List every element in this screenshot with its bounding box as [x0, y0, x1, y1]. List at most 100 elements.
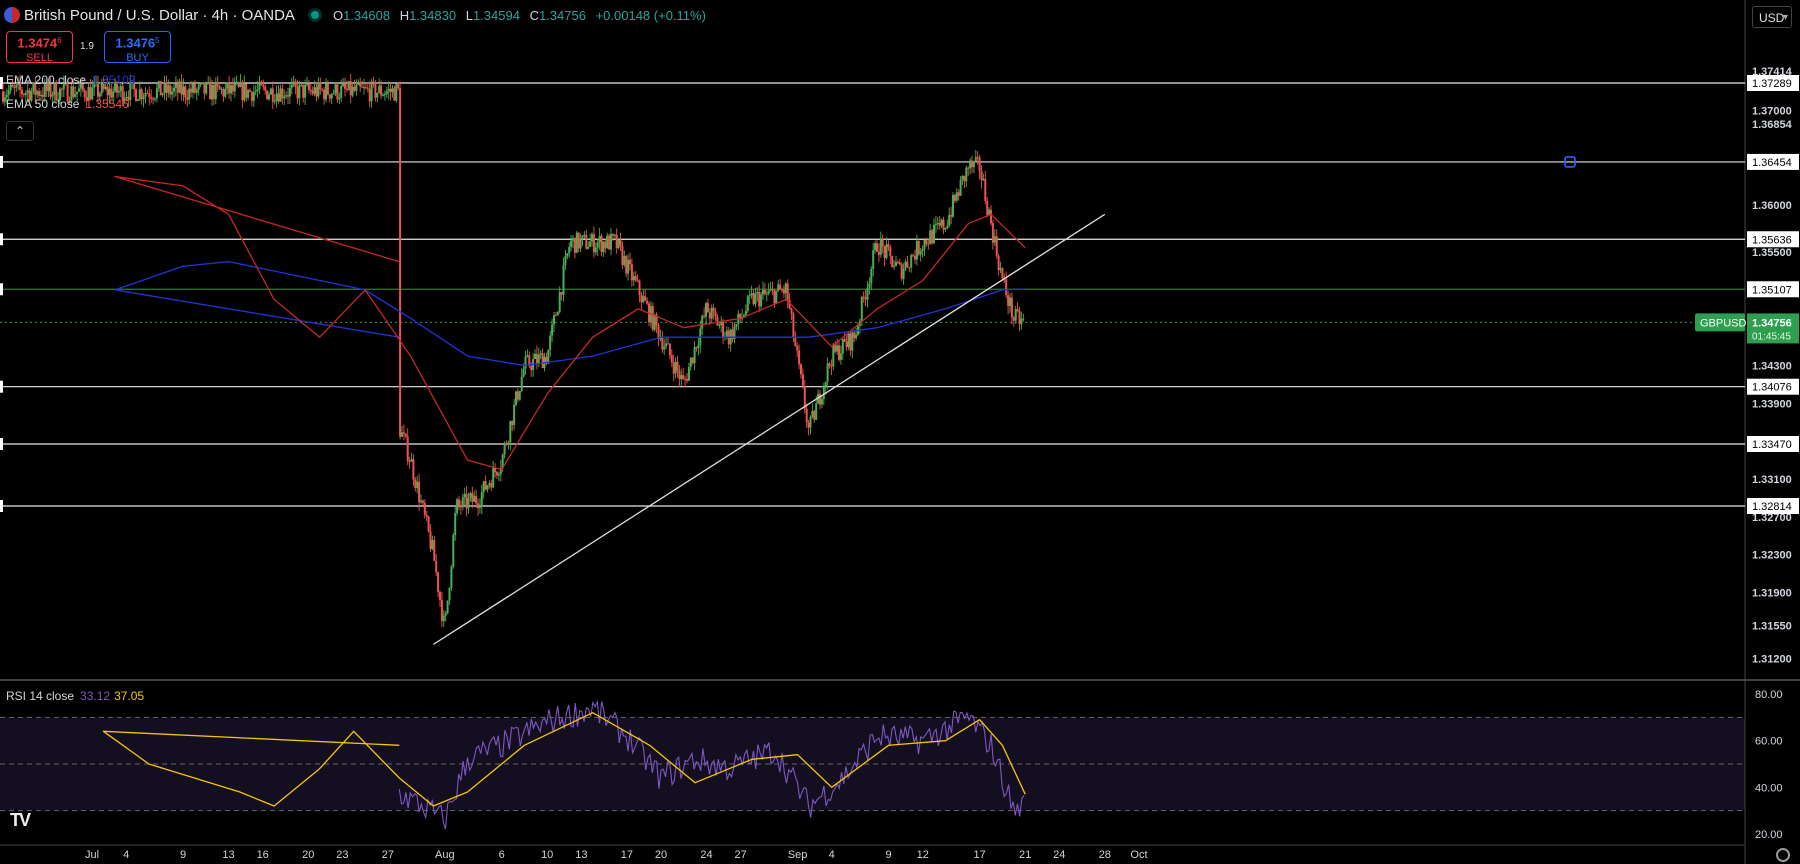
candle-body — [773, 289, 776, 304]
tradingview-logo[interactable]: TV — [10, 810, 31, 831]
candle-body — [800, 364, 802, 375]
candle-body — [473, 495, 476, 502]
candle-body — [256, 89, 259, 92]
level-anchor-marker[interactable] — [0, 500, 3, 512]
symbol-title[interactable]: British Pound / U.S. Dollar · 4h · OANDA — [24, 7, 295, 24]
candle-body — [573, 237, 576, 253]
ema50-legend[interactable]: EMA 50 close 1.35546 — [6, 97, 129, 111]
buy-button[interactable]: 1.34765 BUY — [104, 31, 171, 64]
level-anchor-marker[interactable] — [0, 380, 3, 393]
candle-body — [668, 343, 671, 356]
price-chart[interactable]: 1.374141.370001.368541.364171.360001.356… — [0, 0, 1800, 864]
settings-gear-icon[interactable] — [1776, 848, 1790, 862]
price-axis-tick: 1.33900 — [1752, 398, 1792, 410]
candle-body — [526, 355, 529, 357]
candle-body — [492, 467, 495, 488]
time-axis-label: 6 — [499, 849, 505, 861]
candle-body — [410, 459, 413, 462]
candle-body — [972, 161, 975, 168]
candle-body — [885, 244, 888, 259]
candle-body — [188, 88, 191, 100]
candle-body — [942, 219, 945, 230]
candle-body — [454, 513, 457, 535]
candle-body — [596, 242, 599, 248]
rsi-legend[interactable]: RSI 14 close 33.12 37.05 — [6, 689, 144, 703]
candle-body — [178, 81, 181, 93]
trendline[interactable] — [433, 213, 1106, 645]
candle-body — [952, 195, 954, 217]
currency-select[interactable]: USD ▾ — [1752, 6, 1792, 28]
level-price-label: 1.35636 — [1752, 234, 1792, 246]
candle-body — [792, 313, 795, 338]
candle-body — [488, 483, 491, 486]
candle-body — [22, 94, 25, 96]
level-price-label: 1.35107 — [1752, 284, 1792, 296]
candle-body — [883, 246, 886, 259]
candle-body — [554, 315, 557, 317]
candle-body — [258, 81, 261, 90]
candle-body — [705, 303, 707, 317]
candle-body — [442, 615, 445, 622]
candle-body — [461, 497, 464, 508]
candle-body — [195, 89, 198, 93]
level-anchor-marker[interactable] — [0, 155, 3, 168]
candle-body — [963, 175, 966, 182]
candle-body — [549, 335, 552, 350]
candle-body — [944, 228, 947, 230]
collapse-indicators-button[interactable]: ⌃ — [6, 121, 34, 141]
candle-body — [874, 243, 877, 251]
candle-body — [387, 88, 390, 92]
candle-body — [887, 244, 890, 247]
ema200-line[interactable] — [114, 260, 1026, 367]
candle-body — [594, 247, 597, 253]
price-axis-tick: 1.31550 — [1752, 620, 1792, 632]
candle-body — [212, 84, 215, 100]
ema200-legend[interactable]: EMA 200 close 1.35109 — [6, 73, 135, 87]
candle-body — [748, 295, 751, 297]
candle-body — [801, 374, 804, 387]
candle-body — [482, 481, 485, 493]
candle-body — [691, 357, 694, 364]
candle-body — [665, 343, 668, 347]
candle-body — [820, 399, 823, 405]
time-axis-label: 13 — [575, 849, 587, 861]
candle-body — [845, 341, 848, 348]
last-price-value: 1.34756 — [1752, 317, 1792, 329]
candle-body — [150, 97, 153, 99]
candle-body — [684, 379, 687, 381]
candle-body — [632, 275, 635, 281]
sell-button[interactable]: 1.34746 SELL — [6, 31, 73, 64]
level-anchor-marker[interactable] — [0, 233, 3, 246]
candle-body — [154, 98, 156, 100]
candle-body — [995, 236, 998, 256]
candle-body — [805, 408, 808, 423]
candle-body — [961, 175, 964, 180]
candle-body — [520, 376, 523, 392]
time-axis-label: 9 — [886, 849, 892, 861]
candle-body — [463, 493, 466, 498]
candle-body — [834, 344, 837, 352]
candle-body — [26, 90, 29, 93]
candle-body — [469, 493, 472, 498]
level-anchor-marker[interactable] — [0, 283, 3, 296]
candle-body — [1001, 268, 1004, 279]
candle-body — [568, 246, 571, 254]
rsi-axis-tick: 20.00 — [1755, 829, 1783, 841]
candle-body — [475, 495, 478, 504]
candle-body — [984, 178, 987, 202]
candle-body — [1014, 308, 1017, 321]
candle-body — [252, 92, 255, 101]
level-anchor-marker[interactable] — [0, 437, 3, 450]
candle-body — [458, 499, 460, 506]
candle-body — [380, 85, 383, 96]
chart-header: British Pound / U.S. Dollar · 4h · OANDA… — [4, 4, 706, 26]
candle-body — [315, 87, 318, 97]
candle-body — [117, 90, 120, 93]
candle-body — [1012, 317, 1015, 321]
candle-body — [292, 81, 295, 85]
ema50-line[interactable] — [114, 175, 1026, 471]
candle-body — [872, 250, 875, 269]
candle-body — [78, 88, 80, 92]
price-axis-tick: 1.31200 — [1752, 654, 1792, 666]
candle-body — [138, 89, 141, 100]
